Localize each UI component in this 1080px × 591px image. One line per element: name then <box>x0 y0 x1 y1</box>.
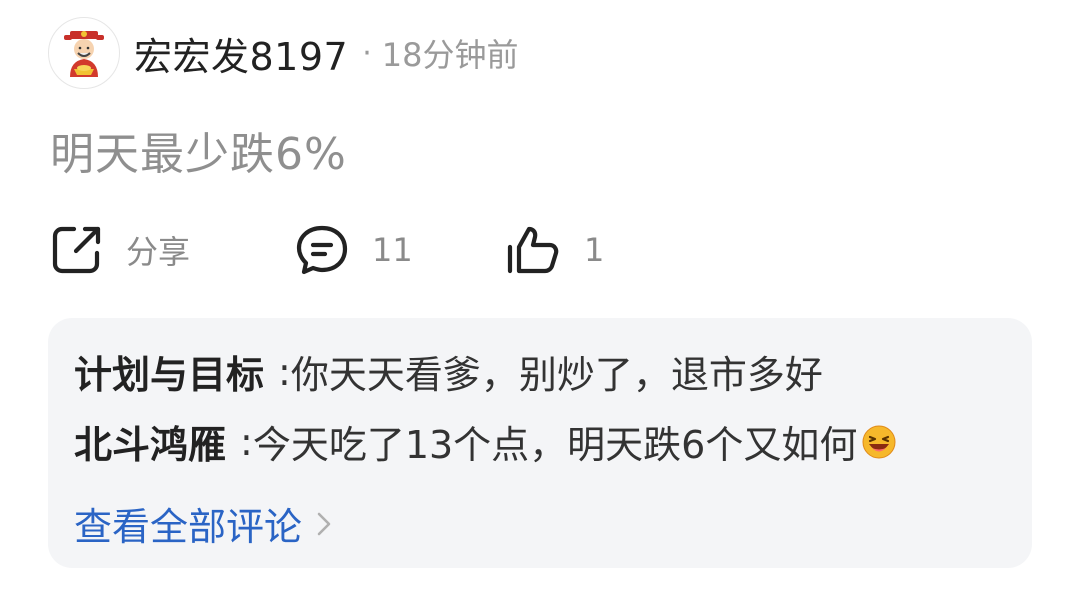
comments-preview: 计划与目标 : 你天天看爹，别炒了，退市多好 北斗鸿雁 : 今天吃了13个点，明… <box>48 318 1032 568</box>
comment-author[interactable]: 北斗鸿雁 <box>74 414 226 469</box>
comment-item[interactable]: 计划与目标 : 你天天看爹，别炒了，退市多好 <box>74 344 823 399</box>
view-all-comments-link[interactable]: 查看全部评论 <box>74 496 332 551</box>
comment-bubble-icon <box>296 225 348 275</box>
chevron-right-icon <box>316 511 332 537</box>
separator-dot: · <box>362 35 372 71</box>
action-bar: 分享 11 1 <box>50 218 750 282</box>
share-button[interactable]: 分享 <box>50 218 190 282</box>
share-label: 分享 <box>126 233 191 271</box>
like-button[interactable]: 1 <box>506 218 604 282</box>
comment-button[interactable]: 11 <box>294 218 413 282</box>
laughing-emoji-icon <box>862 425 896 458</box>
comment-separator: : <box>240 419 253 464</box>
like-count: 1 <box>584 231 605 269</box>
god-of-wealth-avatar-icon <box>64 31 104 77</box>
comment-text: 今天吃了13个点，明天跌6个又如何 <box>252 423 858 467</box>
comment-item[interactable]: 北斗鸿雁 : 今天吃了13个点，明天跌6个又如何 <box>74 414 897 469</box>
view-all-label: 查看全部评论 <box>74 505 303 549</box>
comment-separator: : <box>278 349 291 394</box>
share-icon <box>52 226 101 274</box>
comment-author[interactable]: 计划与目标 <box>74 344 264 399</box>
comment-text: 你天天看爹，别炒了，退市多好 <box>290 353 823 397</box>
comment-count: 11 <box>372 231 413 269</box>
post-content[interactable]: 明天最少跌6% <box>50 118 347 182</box>
post-time: 18分钟前 <box>381 36 519 74</box>
thumbs-up-icon <box>507 226 559 274</box>
post-header: 宏宏发8197 · 18分钟前 <box>48 16 519 90</box>
username[interactable]: 宏宏发8197 <box>134 26 348 81</box>
avatar[interactable] <box>48 17 120 89</box>
